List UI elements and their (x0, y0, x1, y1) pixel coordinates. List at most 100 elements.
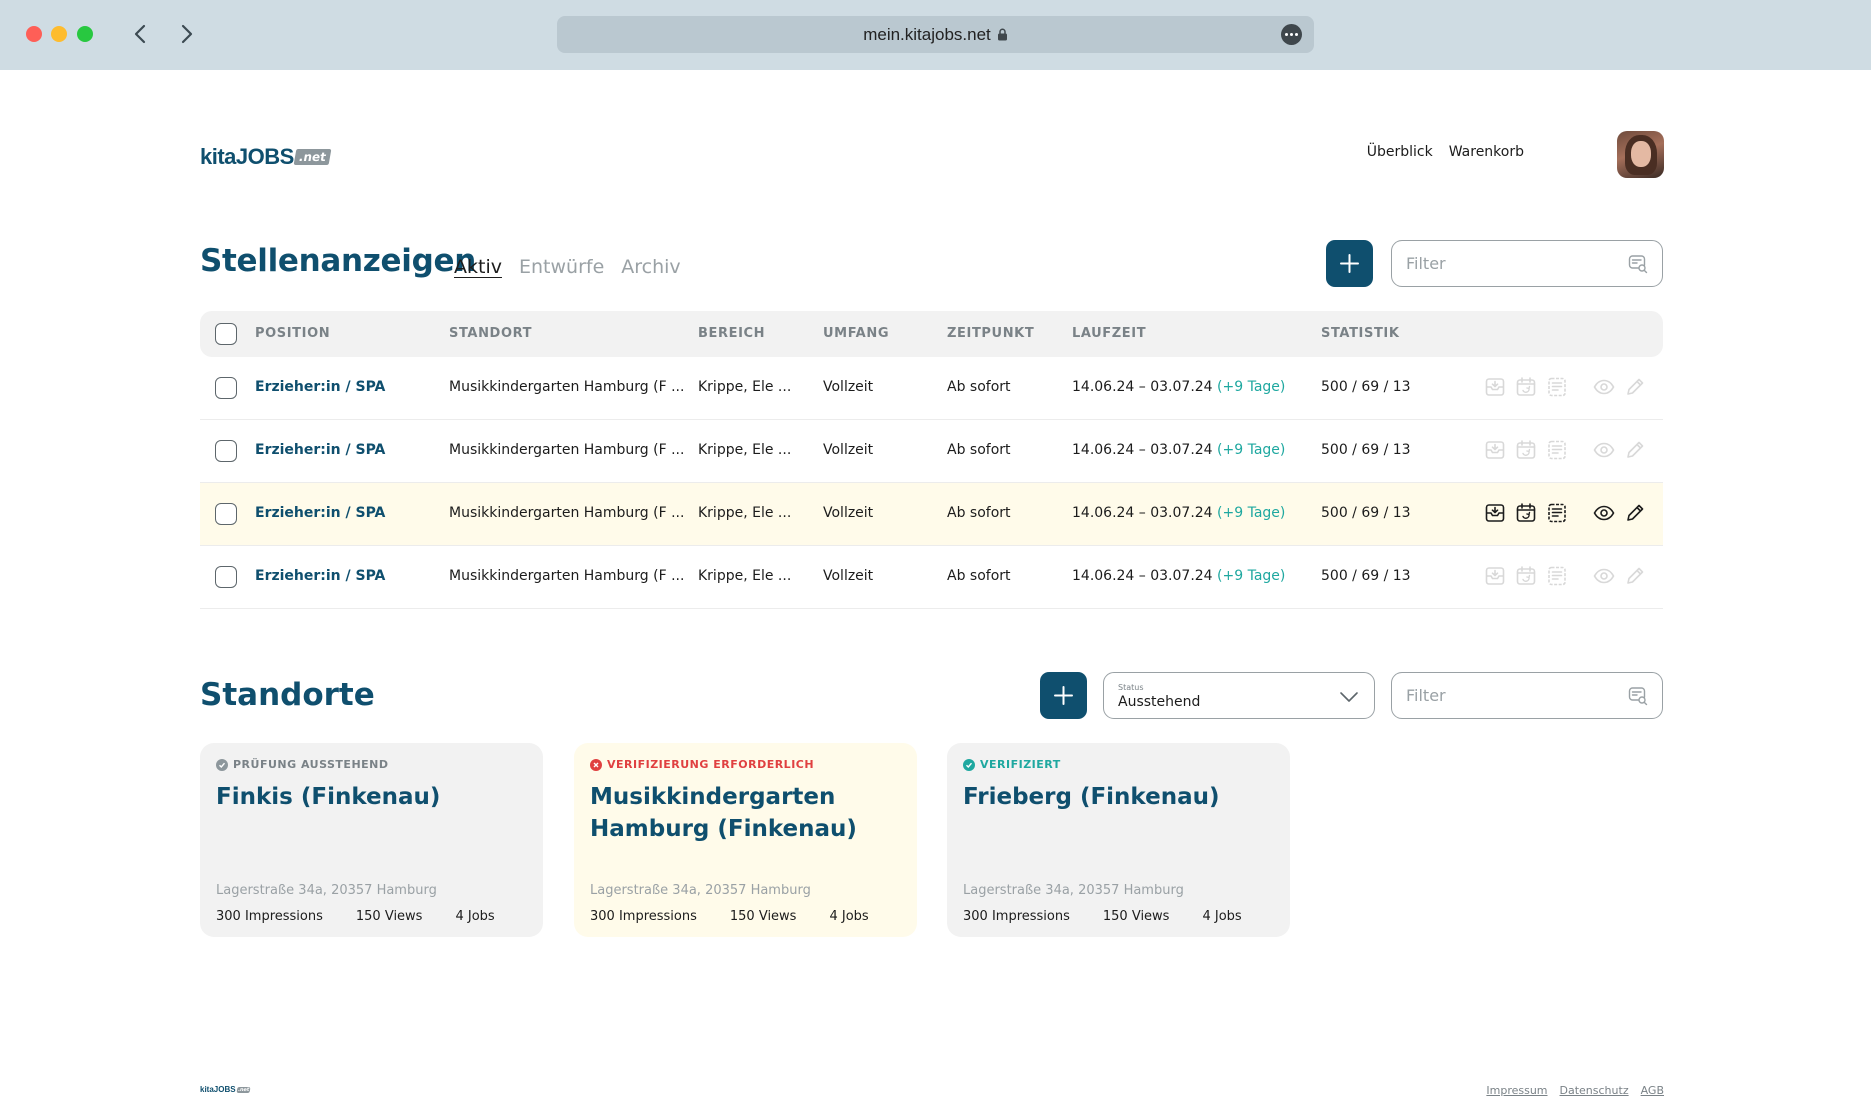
locations-section-title: Standorte (200, 677, 375, 713)
document-icon[interactable] (1546, 376, 1568, 398)
minimize-window-button[interactable] (51, 26, 67, 42)
calendar-renew-icon[interactable] (1515, 439, 1537, 461)
column-header[interactable]: UMFANG (823, 326, 889, 341)
job-statistik: 500 / 69 / 13 (1321, 379, 1411, 395)
maximize-window-button[interactable] (77, 26, 93, 42)
extension-days: (+9 Tage) (1217, 505, 1286, 521)
address-bar[interactable]: mein.kitajobs.net (557, 16, 1314, 53)
download-icon[interactable] (1484, 565, 1506, 587)
extension-days: (+9 Tage) (1217, 442, 1286, 458)
pencil-icon[interactable] (1624, 376, 1646, 398)
select-all-checkbox[interactable] (215, 323, 237, 345)
tab-archiv[interactable]: Archiv (621, 256, 680, 278)
document-icon[interactable] (1546, 565, 1568, 587)
kitajobs-logo[interactable]: kitaJOBS .net (200, 143, 332, 171)
forward-arrow-icon[interactable] (172, 20, 200, 48)
download-icon[interactable] (1484, 439, 1506, 461)
add-location-button[interactable] (1040, 672, 1087, 719)
eye-icon[interactable] (1593, 439, 1615, 461)
job-position-link[interactable]: Erzieher:in / SPA (255, 442, 385, 458)
calendar-renew-icon[interactable] (1515, 376, 1537, 398)
job-bereich: Krippe, Ele ... (698, 505, 792, 521)
more-options-icon[interactable] (1281, 24, 1302, 45)
location-address: Lagerstraße 34a, 20357 Hamburg (590, 883, 811, 898)
status-select[interactable]: Status Ausstehend (1103, 672, 1375, 719)
location-name[interactable]: Frieberg (Finkenau) (963, 781, 1283, 813)
location-stats: 300 Impressions 150 Views 4 Jobs (963, 909, 1242, 924)
extension-days: (+9 Tage) (1217, 379, 1286, 395)
footer-link-impressum[interactable]: Impressum (1486, 1084, 1547, 1097)
pencil-icon[interactable] (1624, 565, 1646, 587)
table-row[interactable]: Erzieher:in / SPA Musikkindergarten Hamb… (200, 357, 1663, 420)
job-umfang: Vollzeit (823, 505, 874, 521)
column-header[interactable]: BEREICH (698, 326, 765, 341)
table-header: POSITION STANDORT BEREICH UMFANG ZEITPUN… (200, 311, 1663, 357)
pencil-icon[interactable] (1624, 439, 1646, 461)
add-job-button[interactable] (1326, 240, 1373, 287)
nav-warenkorb[interactable]: Warenkorb (1449, 144, 1524, 160)
job-laufzeit: 14.06.24 – 03.07.24 (+9 Tage) (1072, 568, 1286, 584)
table-row[interactable]: Erzieher:in / SPA Musikkindergarten Hamb… (200, 483, 1663, 546)
calendar-renew-icon[interactable] (1515, 565, 1537, 587)
job-zeitpunkt: Ab sofort (947, 568, 1011, 584)
column-header[interactable]: STANDORT (449, 326, 532, 341)
job-standort: Musikkindergarten Hamburg (F ... (449, 379, 685, 395)
column-header[interactable]: LAUFZEIT (1072, 326, 1146, 341)
download-icon[interactable] (1484, 502, 1506, 524)
job-bereich: Krippe, Ele ... (698, 568, 792, 584)
lock-icon (997, 28, 1007, 41)
location-card[interactable]: PRÜFUNG AUSSTEHEND Finkis (Finkenau) Lag… (200, 743, 543, 937)
plus-icon (1054, 686, 1073, 705)
job-position-link[interactable]: Erzieher:in / SPA (255, 568, 385, 584)
job-umfang: Vollzeit (823, 379, 874, 395)
row-checkbox[interactable] (215, 566, 237, 588)
footer-logo[interactable]: kitaJOBS .net (200, 1085, 251, 1094)
footer-link-datenschutz[interactable]: Datenschutz (1560, 1084, 1629, 1097)
job-statistik: 500 / 69 / 13 (1321, 568, 1411, 584)
jobs-section-title: Stellenanzeigen (200, 243, 476, 279)
eye-icon[interactable] (1593, 565, 1615, 587)
tab-aktiv[interactable]: Aktiv (454, 256, 502, 278)
job-standort: Musikkindergarten Hamburg (F ... (449, 568, 685, 584)
document-icon[interactable] (1546, 439, 1568, 461)
table-row[interactable]: Erzieher:in / SPA Musikkindergarten Hamb… (200, 420, 1663, 483)
document-icon[interactable] (1546, 502, 1568, 524)
location-stats: 300 Impressions 150 Views 4 Jobs (216, 909, 495, 924)
location-card[interactable]: VERIFIZIERUNG ERFORDERLICH Musikkinderga… (574, 743, 917, 937)
calendar-renew-icon[interactable] (1515, 502, 1537, 524)
back-arrow-icon[interactable] (127, 20, 155, 48)
jobs-tabs: Aktiv Entwürfe Archiv (454, 256, 681, 278)
job-position-link[interactable]: Erzieher:in / SPA (255, 505, 385, 521)
status-select-value: Ausstehend (1118, 694, 1201, 710)
column-header[interactable]: ZEITPUNKT (947, 326, 1034, 341)
column-header[interactable]: STATISTIK (1321, 326, 1400, 341)
locations-filter-input[interactable]: Filter (1391, 672, 1663, 719)
table-row[interactable]: Erzieher:in / SPA Musikkindergarten Hamb… (200, 546, 1663, 609)
footer-link-agb[interactable]: AGB (1641, 1084, 1664, 1097)
row-actions (1484, 376, 1654, 400)
column-header[interactable]: POSITION (255, 326, 330, 341)
status-badge: VERIFIZIERT (963, 758, 1061, 771)
location-address: Lagerstraße 34a, 20357 Hamburg (216, 883, 437, 898)
extension-days: (+9 Tage) (1217, 568, 1286, 584)
location-name[interactable]: Musikkindergarten Hamburg (Finkenau) (590, 781, 910, 845)
browser-chrome: mein.kitajobs.net (0, 0, 1871, 70)
location-card[interactable]: VERIFIZIERT Frieberg (Finkenau) Lagerstr… (947, 743, 1290, 937)
pencil-icon[interactable] (1624, 502, 1646, 524)
avatar[interactable] (1617, 131, 1664, 178)
tab-entwuerfe[interactable]: Entwürfe (519, 256, 604, 278)
jobs-filter-input[interactable]: Filter (1391, 240, 1663, 287)
row-actions (1484, 502, 1654, 526)
close-window-button[interactable] (26, 26, 42, 42)
job-position-link[interactable]: Erzieher:in / SPA (255, 379, 385, 395)
download-icon[interactable] (1484, 376, 1506, 398)
location-name[interactable]: Finkis (Finkenau) (216, 781, 536, 813)
row-checkbox[interactable] (215, 503, 237, 525)
row-checkbox[interactable] (215, 440, 237, 462)
row-actions (1484, 439, 1654, 463)
eye-icon[interactable] (1593, 376, 1615, 398)
nav-ueberblick[interactable]: Überblick (1367, 144, 1433, 160)
eye-icon[interactable] (1593, 502, 1615, 524)
location-address: Lagerstraße 34a, 20357 Hamburg (963, 883, 1184, 898)
row-checkbox[interactable] (215, 377, 237, 399)
